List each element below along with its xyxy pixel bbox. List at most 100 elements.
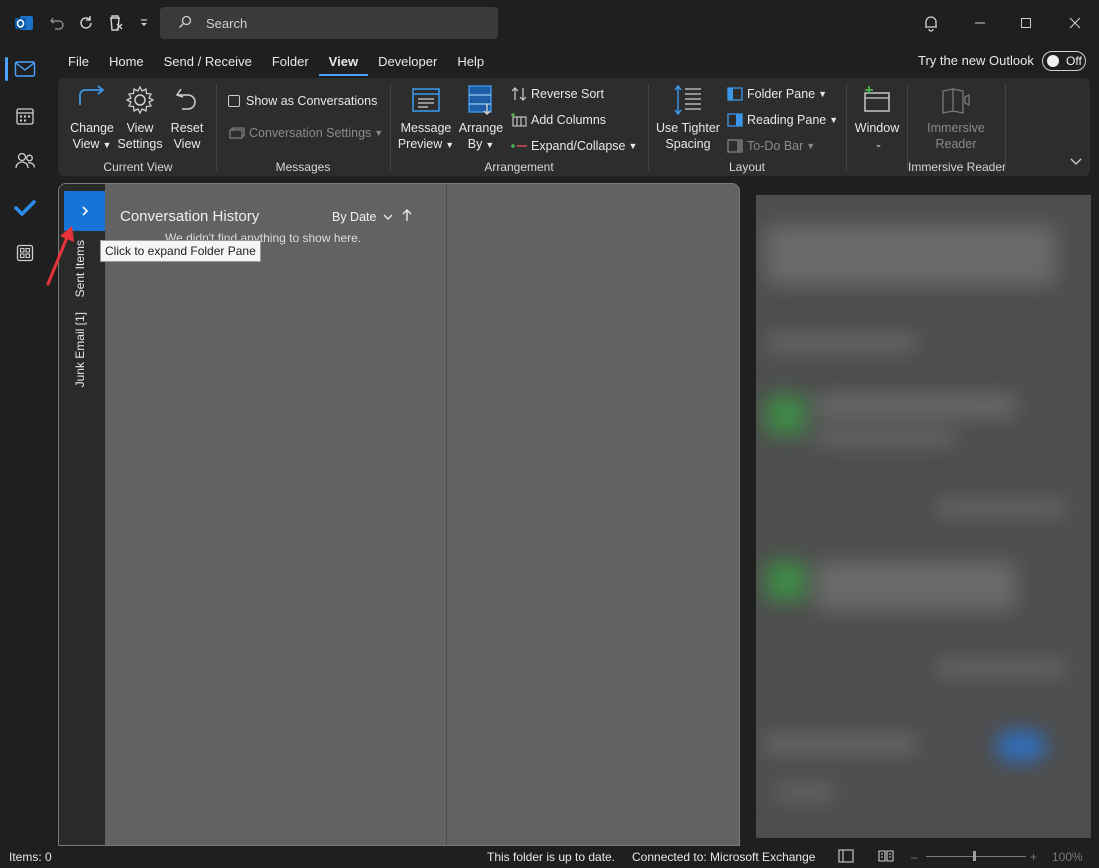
tab-file[interactable]: File [58,50,99,76]
status-bar: Items: 0 This folder is up to date. Conn… [0,846,1099,868]
sort-by-label: By Date [332,210,377,224]
tab-help[interactable]: Help [447,50,494,76]
show-as-conversations-checkbox[interactable]: Show as Conversations [228,94,377,108]
group-label-layout: Layout [728,160,766,174]
conversation-settings-label: Conversation Settings [249,126,372,140]
maximize-button[interactable] [1013,10,1039,36]
ribbon-separator [390,84,391,170]
todo-bar-button[interactable]: To-Do Bar ▼ [726,138,815,154]
mail-icon[interactable] [5,52,42,86]
try-new-outlook-toggle[interactable]: Off [1042,51,1086,71]
folder-title: Conversation History [120,208,260,225]
zoom-out-button[interactable]: – [911,850,918,864]
zoom-slider[interactable] [926,856,1026,857]
add-columns-button[interactable]: Add Columns [510,112,606,128]
junk-email-folder[interactable]: Junk Email [1] [73,312,87,387]
customize-toolbar-icon[interactable] [133,12,155,34]
close-button[interactable] [1062,10,1088,36]
tab-home[interactable]: Home [99,50,154,76]
change-view-button[interactable]: Change View ▼ [68,82,116,153]
reset-view-label-2: View [173,137,201,151]
expand-collapse-button[interactable]: Expand/Collapse ▼ [510,138,637,154]
tab-view[interactable]: View [318,50,369,76]
view-settings-label-2: Settings [117,137,163,151]
reverse-sort-button[interactable]: Reverse Sort [510,86,604,102]
people-icon[interactable] [8,144,42,178]
conversation-settings-icon [228,125,246,141]
todo-bar-label: To-Do Bar [747,139,804,153]
reset-view-button[interactable]: Reset View [166,82,208,152]
arrange-by-label-2: By ▼ [467,137,495,151]
immersive-reader-label-1: Immersive [927,121,985,135]
zoom-slider-thumb[interactable] [973,851,976,861]
app-navigation-rail [0,46,50,846]
folder-pane-button[interactable]: Folder Pane ▼ [726,86,827,102]
annotation-arrow-icon [40,222,80,291]
reverse-sort-icon [510,86,528,102]
minimize-button[interactable] [967,10,993,36]
add-columns-icon [510,112,528,128]
checkbox-box [228,95,240,107]
try-new-outlook-label: Try the new Outlook [918,53,1034,68]
chevron-down-icon: ⌄ [874,139,883,149]
ribbon-separator [846,84,847,170]
title-bar: Search [0,0,1099,46]
use-tighter-label-1: Use Tighter [656,121,720,135]
immersive-reader-icon [938,82,974,118]
window-button[interactable]: Window ⌄ [851,82,903,152]
tab-developer[interactable]: Developer [368,50,447,76]
change-view-icon [74,82,110,118]
arrange-by-button[interactable]: Arrange By ▼ [456,82,506,153]
ribbon-tabs: File Home Send / Receive Folder View Dev… [58,50,494,76]
reading-pane-icon [726,112,744,128]
search-icon [178,15,192,32]
mail-content-area: Sent Items Junk Email [1] Conversation H… [58,183,740,846]
notifications-bell-icon[interactable] [918,10,944,36]
reading-pane-button[interactable]: Reading Pane ▼ [726,112,838,128]
ribbon-view: Change View ▼ View Settings Reset View Cu… [58,78,1090,176]
normal-view-icon[interactable] [838,849,854,866]
refresh-icon[interactable] [75,12,97,34]
calendar-icon[interactable] [8,99,42,133]
ribbon-separator [216,84,217,170]
sort-by-dropdown[interactable]: By Date [332,210,393,224]
use-tighter-spacing-button[interactable]: Use Tighter Spacing [654,82,722,152]
expand-collapse-label: Expand/Collapse [531,139,626,153]
conversation-settings-button[interactable]: Conversation Settings ▼ [228,125,383,141]
reading-view-icon[interactable] [878,849,894,866]
message-preview-icon [408,82,444,118]
search-box[interactable]: Search [160,7,498,39]
message-preview-button[interactable]: Message Preview ▼ [398,82,454,153]
immersive-reader-button[interactable]: Immersive Reader [920,82,992,152]
use-tighter-label-2: Spacing [665,137,711,151]
arrange-by-icon [463,82,499,118]
zoom-in-button[interactable]: + [1030,850,1037,864]
undo-icon[interactable] [46,12,68,34]
tab-folder[interactable]: Folder [262,50,319,76]
more-apps-icon[interactable] [8,236,42,270]
status-connection: Connected to: Microsoft Exchange [632,850,816,864]
status-items-count: Items: 0 [9,850,52,864]
message-preview-label-2: Preview ▼ [397,137,455,151]
reading-pane-label: Reading Pane [747,113,827,127]
expand-collapse-icon [510,138,528,154]
view-settings-button[interactable]: View Settings [117,82,163,152]
gear-icon [122,82,158,118]
tab-send-receive[interactable]: Send / Receive [154,50,262,76]
view-settings-label-1: View [126,121,154,135]
new-window-icon [859,82,895,118]
chevron-down-icon [383,214,393,220]
status-folder-up-to-date: This folder is up to date. [487,850,616,864]
sort-direction-arrow-icon[interactable] [402,208,412,225]
reading-pane-blurred [756,195,1091,838]
folder-pane-label: Folder Pane [747,87,816,101]
collapse-ribbon-chevron-icon[interactable] [1066,154,1086,170]
ribbon-separator [907,84,908,170]
search-placeholder: Search [206,15,248,31]
delete-all-icon[interactable] [104,12,126,34]
ribbon-separator [648,84,649,170]
todo-check-icon[interactable] [8,191,42,225]
arrange-by-label-1: Arrange [458,121,504,135]
group-label-arrangement: Arrangement [484,160,554,174]
blurred-message-content [756,195,1091,838]
